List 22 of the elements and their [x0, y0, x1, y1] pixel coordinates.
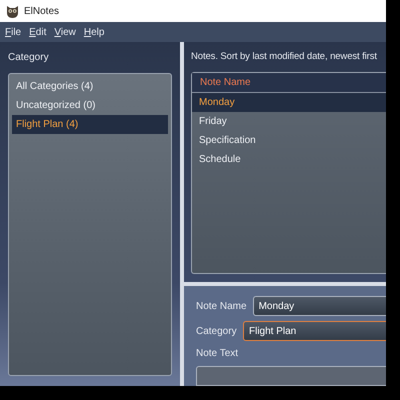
note-name-field[interactable]: Monday [252, 296, 386, 316]
menu-item[interactable]: Help [80, 24, 108, 40]
note-item[interactable]: Friday [192, 112, 386, 132]
category-item[interactable]: All Categories (4) [12, 77, 168, 96]
note-text-field[interactable] [196, 366, 386, 386]
category-item[interactable]: Uncategorized (0) [12, 96, 168, 115]
field-label: Category [196, 324, 237, 338]
column-header[interactable]: Note Name [192, 73, 386, 94]
note-item[interactable]: Monday [192, 93, 386, 112]
menu-item[interactable]: File [2, 24, 24, 40]
menu-item[interactable]: Edit [26, 24, 50, 40]
panel-heading: Notes. Sort by last modified date, newest first [191, 50, 377, 64]
category-field[interactable]: Flight Plan [243, 321, 386, 341]
note-item[interactable]: Specification [192, 131, 386, 150]
field-label: Note Name [196, 300, 247, 314]
window-title: ElNotes [24, 4, 60, 18]
note-item[interactable]: Schedule [192, 150, 386, 170]
field-label: Note Text [196, 347, 240, 361]
menu-item[interactable]: View [51, 24, 79, 40]
panel-heading: Category [8, 51, 50, 65]
owl-icon [6, 4, 19, 18]
category-item[interactable]: Flight Plan (4) [12, 115, 168, 134]
